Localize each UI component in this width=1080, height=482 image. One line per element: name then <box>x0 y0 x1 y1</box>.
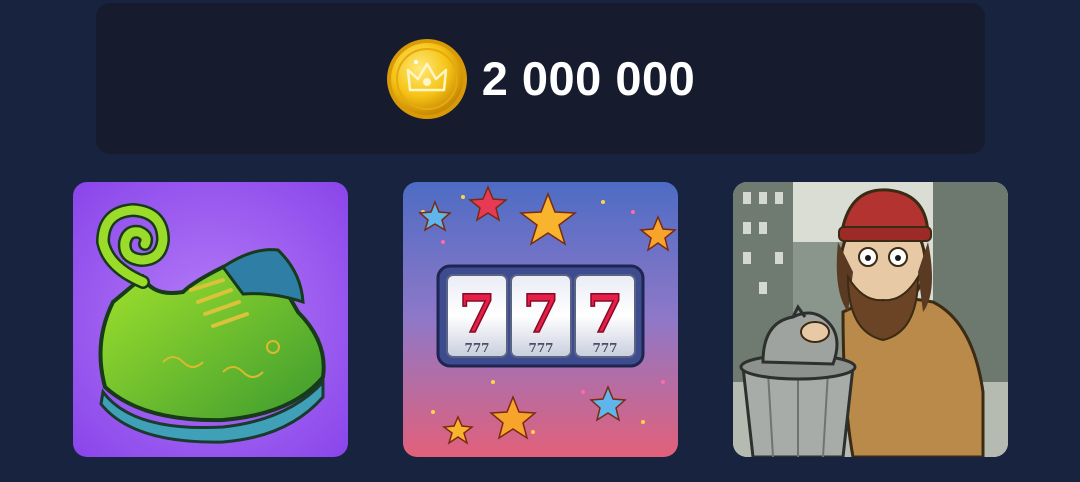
reel-2-symbol: 7 <box>523 284 559 345</box>
curly-shoe-illustration <box>73 182 348 457</box>
reel-3-symbol: 7 <box>587 284 623 345</box>
reel-1-symbol: 7 <box>459 284 495 345</box>
crown-coin-icon <box>386 38 467 119</box>
homeless-card[interactable] <box>733 182 1008 457</box>
slots-card[interactable]: 7 7 7 777 777 777 <box>403 182 678 457</box>
slot-machine-777-illustration: 7 7 7 777 777 777 <box>403 182 678 457</box>
reel-2-sub: 777 <box>528 341 553 355</box>
reel-1-sub: 777 <box>464 341 489 355</box>
homeless-man-illustration <box>733 182 1008 457</box>
shoe-card[interactable] <box>73 182 348 457</box>
balance-panel: 2 000 000 <box>96 3 985 154</box>
balance-amount: 2 000 000 <box>481 52 696 105</box>
reel-3-sub: 777 <box>592 341 617 355</box>
